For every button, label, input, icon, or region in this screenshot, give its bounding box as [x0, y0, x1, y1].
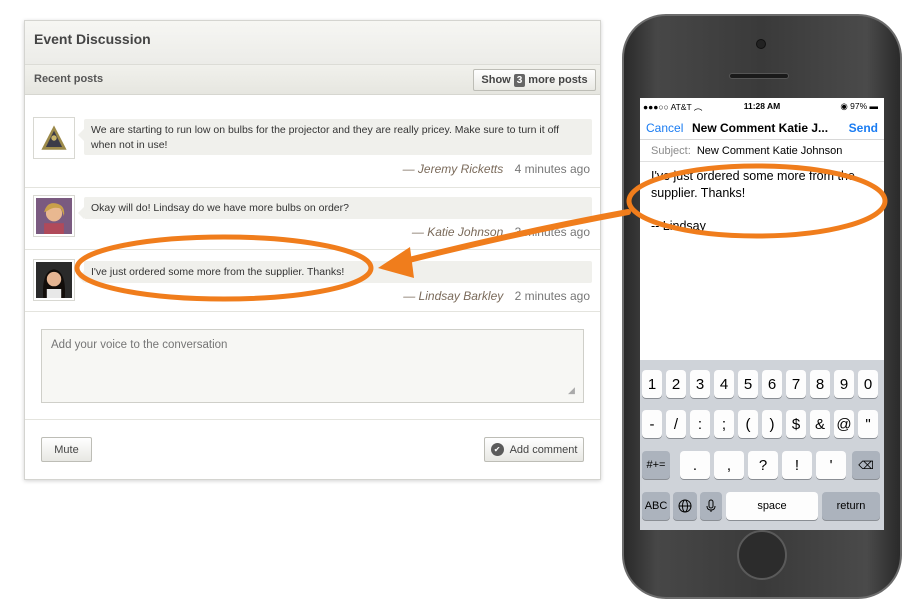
post-text: Okay will do! Lindsay do we have more bu…: [78, 197, 592, 219]
post-divider: [25, 249, 600, 250]
key[interactable]: 6: [762, 370, 782, 398]
globe-icon: [678, 499, 692, 513]
key[interactable]: 7: [786, 370, 806, 398]
post-author[interactable]: — Jeremy Ricketts: [403, 162, 504, 176]
avatar-photo-icon: [36, 198, 72, 234]
avatar-triangle-icon: [36, 120, 72, 156]
key[interactable]: ": [858, 410, 878, 438]
recent-posts-label: Recent posts: [34, 73, 104, 85]
key[interactable]: $: [786, 410, 806, 438]
key[interactable]: 4: [714, 370, 734, 398]
post-author[interactable]: — Lindsay Barkley: [403, 289, 503, 303]
home-button[interactable]: [737, 530, 787, 580]
key[interactable]: 3: [690, 370, 710, 398]
post-author[interactable]: — Katie Johnson: [412, 225, 503, 239]
post-time: 3 minutes ago: [514, 225, 590, 239]
compose-nav-bar: Cancel New Comment Katie J... Send: [640, 114, 884, 140]
post-divider: [25, 187, 600, 188]
event-discussion-panel: Event Discussion Recent posts Show 3 mor…: [24, 20, 601, 480]
key[interactable]: ;: [714, 410, 734, 438]
phone-screen: ●●●○○ AT&T ︵ 11:28 AM ◉ 97% ▬ Cancel New…: [640, 98, 884, 530]
key[interactable]: /: [666, 410, 686, 438]
key[interactable]: !: [782, 451, 812, 479]
keyboard-row-punct: #+= . , ? ! ' ⌫: [640, 451, 884, 479]
post-text: We are starting to run low on bulbs for …: [78, 119, 592, 155]
recent-posts-bar: Recent posts Show 3 more posts: [25, 65, 600, 95]
key[interactable]: :: [690, 410, 710, 438]
mute-button[interactable]: Mute: [41, 437, 92, 462]
battery-status: ◉ 97% ▬: [840, 101, 878, 112]
key[interactable]: 1: [642, 370, 662, 398]
key[interactable]: .: [680, 451, 710, 479]
battery-percent: 97%: [850, 101, 868, 111]
avatar[interactable]: [33, 259, 75, 301]
key[interactable]: @: [834, 410, 854, 438]
avatar[interactable]: [33, 117, 75, 159]
avatar-photo-icon: [36, 262, 72, 298]
subject-label: Subject:: [651, 145, 691, 157]
footer-divider: [25, 419, 600, 420]
post-time: 4 minutes ago: [514, 162, 590, 176]
status-bar: ●●●○○ AT&T ︵ 11:28 AM ◉ 97% ▬: [640, 98, 884, 114]
post-divider: [25, 311, 600, 312]
key[interactable]: ?: [748, 451, 778, 479]
mic-icon: [706, 499, 716, 512]
rotation-lock-icon: ◉: [840, 101, 848, 111]
key[interactable]: 9: [834, 370, 854, 398]
battery-icon: ▬: [869, 101, 879, 111]
iphone-device: ●●●○○ AT&T ︵ 11:28 AM ◉ 97% ▬ Cancel New…: [622, 14, 902, 599]
post-text: I've just ordered some more from the sup…: [78, 261, 592, 283]
subject-value: New Comment Katie Johnson: [696, 145, 843, 157]
return-key[interactable]: return: [822, 492, 880, 520]
cancel-button[interactable]: Cancel: [646, 121, 683, 135]
key[interactable]: 8: [810, 370, 830, 398]
post-meta: — Lindsay Barkley 2 minutes ago: [403, 289, 590, 303]
globe-key[interactable]: [673, 492, 697, 520]
key[interactable]: ': [816, 451, 846, 479]
post-meta: — Jeremy Ricketts 4 minutes ago: [403, 162, 590, 176]
key[interactable]: (: [738, 410, 758, 438]
backspace-icon: ⌫: [858, 459, 874, 472]
key[interactable]: 5: [738, 370, 758, 398]
more-posts-count: 3: [513, 73, 526, 87]
show-more-posts-button[interactable]: Show 3 more posts: [473, 69, 596, 91]
keyboard-row-bottom: ABC space return: [640, 492, 884, 520]
keyboard: 1 2 3 4 5 6 7 8 9 0 - / : ; ( ) $ & @ " …: [640, 360, 884, 530]
key[interactable]: 0: [858, 370, 878, 398]
keyboard-row-numbers: 1 2 3 4 5 6 7 8 9 0: [640, 370, 884, 398]
add-comment-label: Add comment: [509, 443, 578, 456]
key[interactable]: ,: [714, 451, 744, 479]
abc-key[interactable]: ABC: [642, 492, 670, 520]
post-meta: — Katie Johnson 3 minutes ago: [412, 225, 590, 239]
check-icon: ✔: [490, 443, 504, 456]
add-comment-button[interactable]: ✔ Add comment: [484, 437, 584, 462]
key[interactable]: -: [642, 410, 662, 438]
post-time: 2 minutes ago: [514, 289, 590, 303]
keyboard-row-symbols: - / : ; ( ) $ & @ ": [640, 410, 884, 438]
show-more-suffix: more posts: [528, 74, 588, 86]
comment-input[interactable]: [41, 329, 584, 403]
more-symbols-key[interactable]: #+=: [642, 451, 670, 479]
subject-field[interactable]: Subject: New Comment Katie Johnson: [640, 140, 884, 162]
mic-key[interactable]: [700, 492, 722, 520]
message-text: I've just ordered some more from the sup…: [651, 169, 855, 200]
avatar[interactable]: [33, 195, 75, 237]
key[interactable]: ): [762, 410, 782, 438]
backspace-key[interactable]: ⌫: [852, 451, 880, 479]
space-key[interactable]: space: [726, 492, 818, 520]
resize-grip-icon[interactable]: ◢: [568, 385, 578, 395]
panel-title: Event Discussion: [25, 21, 600, 65]
speaker-grille: [729, 73, 789, 79]
key[interactable]: 2: [666, 370, 686, 398]
show-more-prefix: Show: [481, 74, 511, 86]
send-button[interactable]: Send: [849, 121, 878, 135]
key[interactable]: &: [810, 410, 830, 438]
camera-icon: [756, 39, 766, 49]
message-body[interactable]: I've just ordered some more from the sup…: [640, 162, 884, 241]
message-signature: -- Lindsay: [651, 219, 706, 233]
compose-title: New Comment Katie J...: [692, 121, 829, 135]
